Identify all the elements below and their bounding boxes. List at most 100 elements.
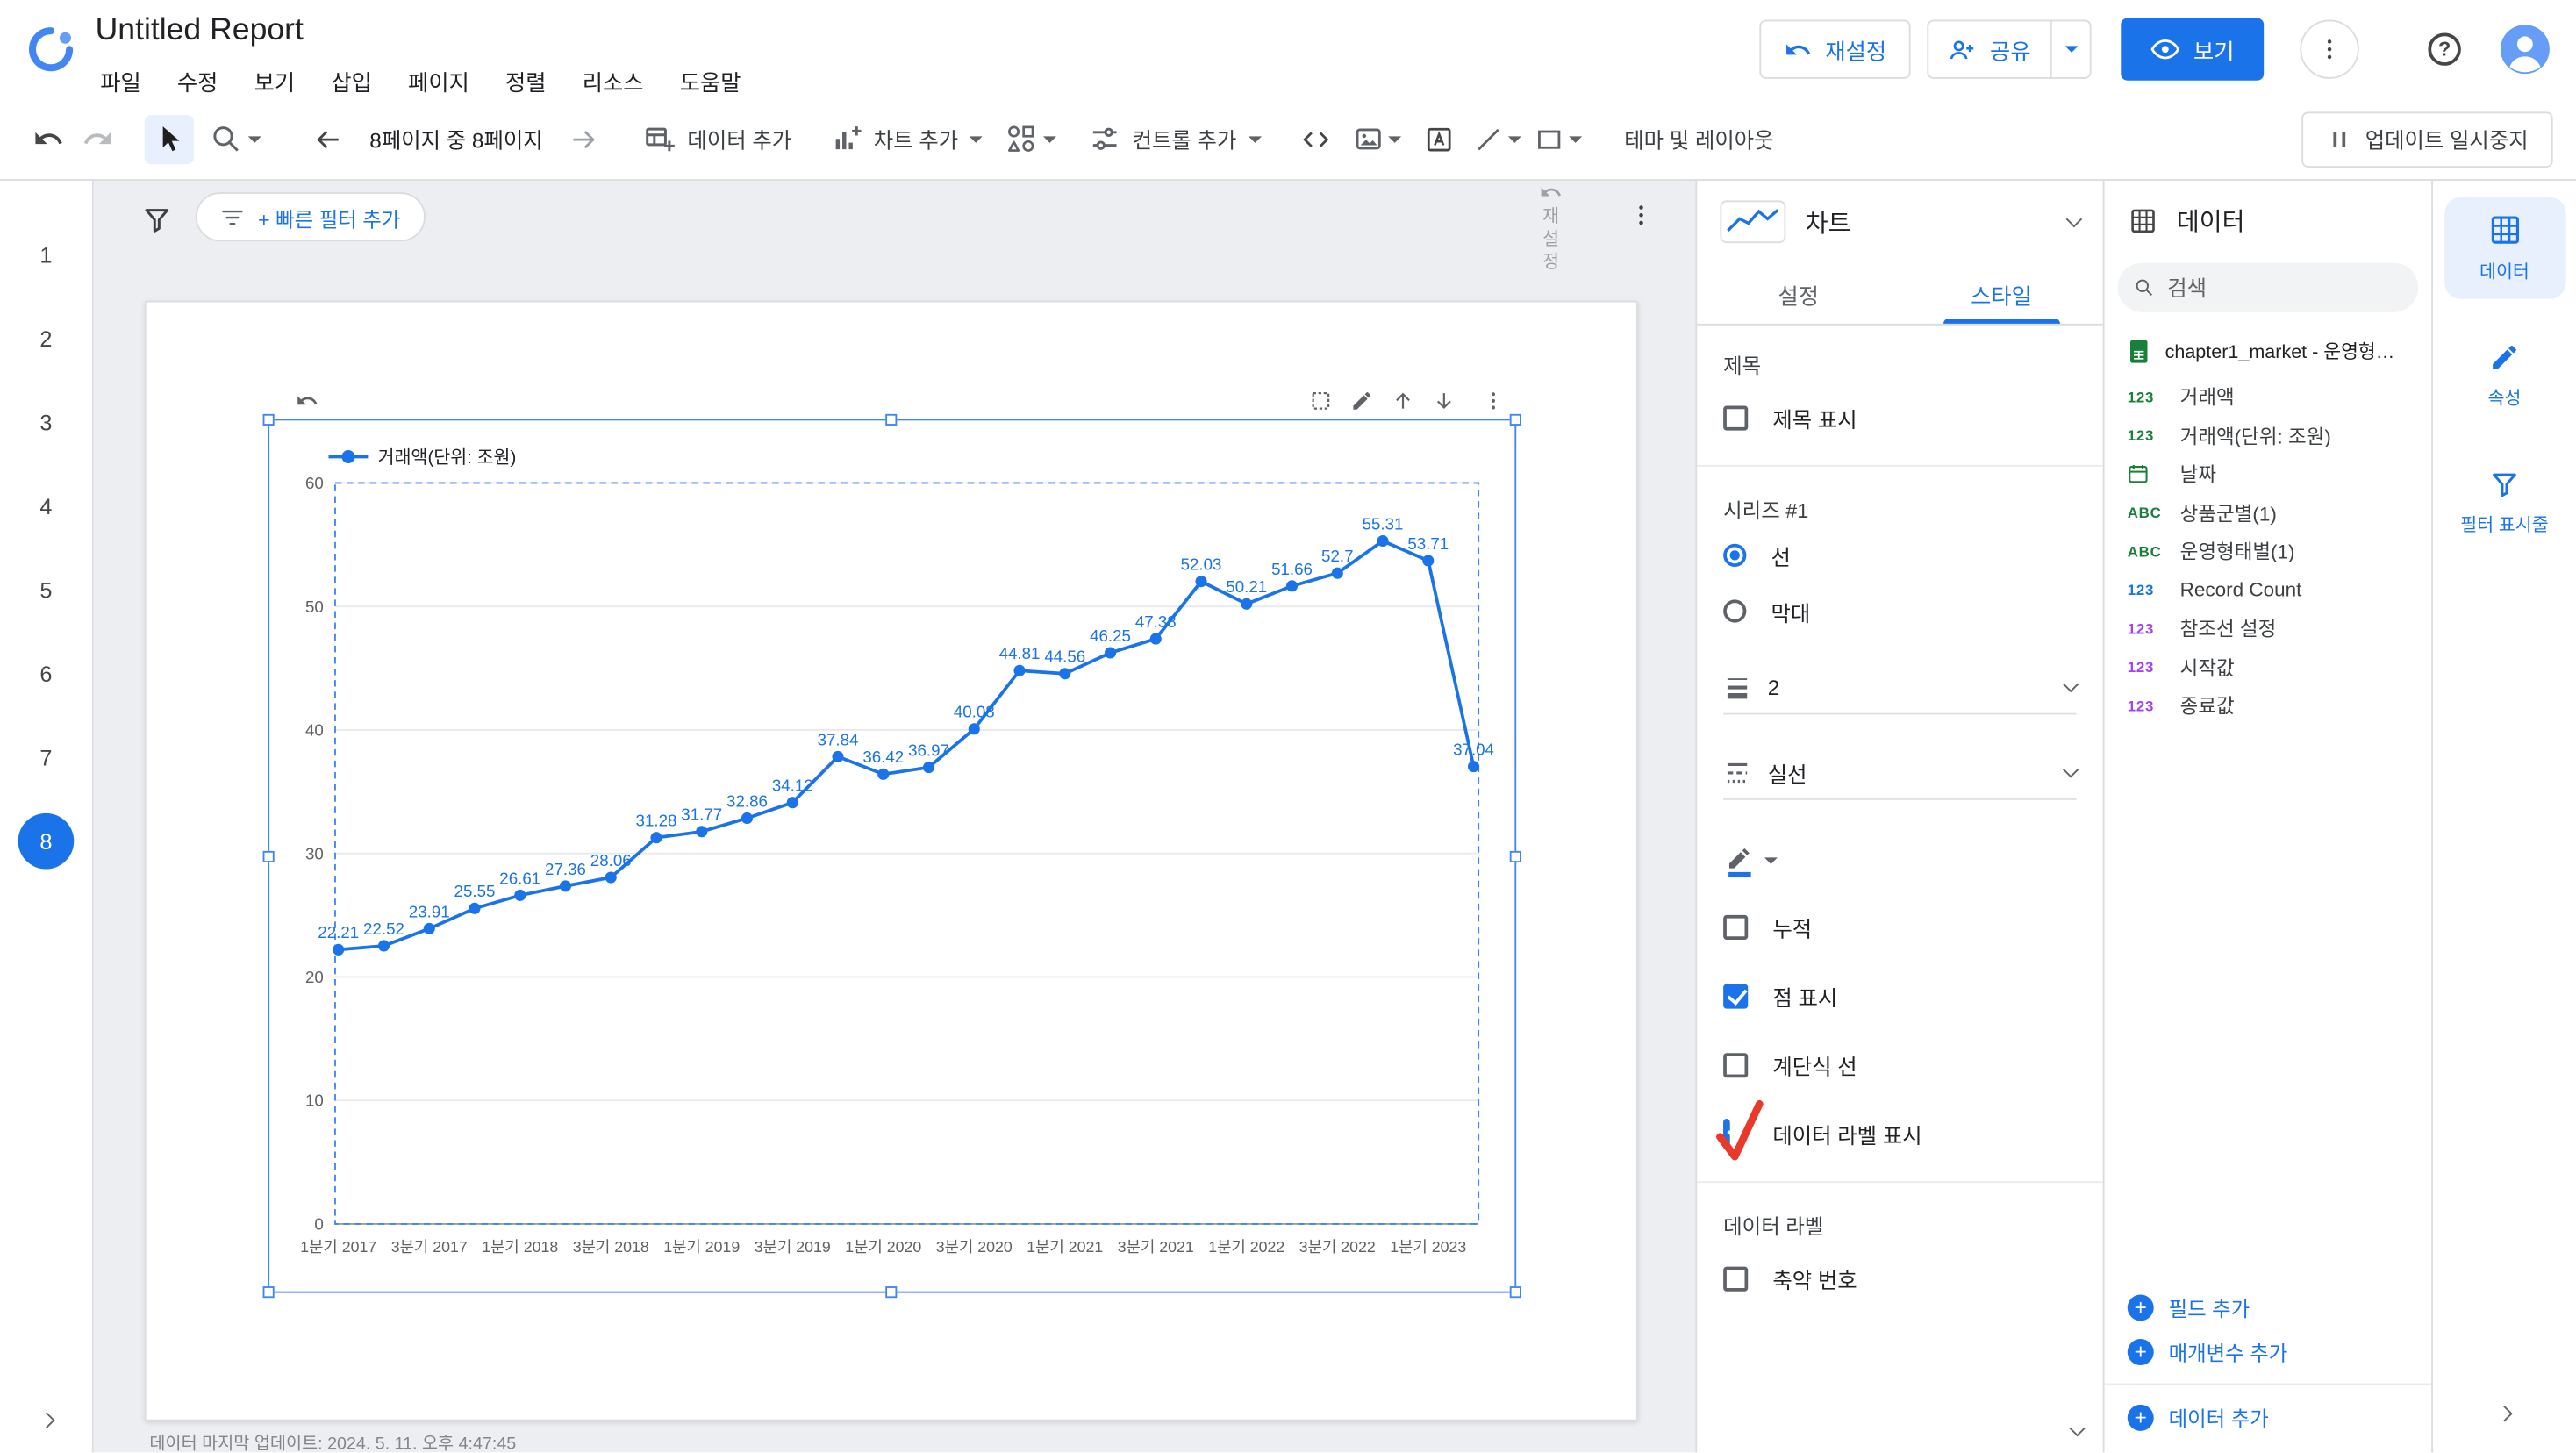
add-parameter-button[interactable]: + 매개변수 추가 bbox=[2105, 1329, 2432, 1374]
page-3[interactable]: 3 bbox=[18, 394, 75, 450]
help-button[interactable]: ? bbox=[2428, 32, 2461, 66]
select-tool-button[interactable] bbox=[144, 114, 194, 164]
zoom-tool[interactable] bbox=[211, 123, 261, 154]
shape-tool-button[interactable] bbox=[1534, 124, 1582, 154]
share-dropdown[interactable] bbox=[2050, 21, 2090, 78]
avatar[interactable] bbox=[2500, 25, 2550, 75]
chevron-down-icon[interactable] bbox=[2065, 211, 2083, 228]
menu-resource[interactable]: 리소스 bbox=[564, 59, 662, 102]
community-viz-button[interactable] bbox=[1005, 123, 1057, 154]
cumulative-row[interactable]: 누적 bbox=[1723, 892, 2077, 962]
data-source-row[interactable]: chapter1_market - 운영형태별 bbox=[2105, 339, 2432, 365]
page-8-active[interactable]: 8 bbox=[18, 812, 75, 870]
chart-type-header[interactable]: 차트 bbox=[1697, 181, 2102, 263]
line-radio[interactable] bbox=[1723, 543, 1747, 567]
pause-updates-button[interactable]: 업데이트 일시중지 bbox=[2301, 111, 2553, 168]
line-weight-select[interactable]: 2 bbox=[1723, 662, 2079, 715]
stepped-line-row[interactable]: 계단식 선 bbox=[1723, 1030, 2077, 1099]
rail-data-tab[interactable]: 데이터 bbox=[2444, 197, 2565, 299]
menu-edit[interactable]: 수정 bbox=[159, 59, 236, 102]
add-data-source-button[interactable]: + 데이터 추가 bbox=[2105, 1395, 2432, 1440]
panel-scroll-chevron[interactable] bbox=[2069, 1413, 2086, 1442]
page-7[interactable]: 7 bbox=[18, 729, 75, 785]
chart-kebab-icon[interactable] bbox=[1482, 390, 1505, 412]
menu-help[interactable]: 도움말 bbox=[662, 59, 759, 102]
selection-handle[interactable] bbox=[262, 1286, 275, 1299]
redo-button[interactable] bbox=[72, 114, 121, 163]
compact-numbers-checkbox[interactable] bbox=[1723, 1265, 1749, 1291]
show-data-labels-checkbox[interactable] bbox=[1723, 1118, 1730, 1149]
tab-setup[interactable]: 설정 bbox=[1697, 263, 1900, 324]
page-6[interactable]: 6 bbox=[18, 646, 75, 702]
add-chart-button[interactable]: 차트 추가 bbox=[831, 123, 984, 154]
report-canvas[interactable]: + 빠른 필터 추가 재 설 정 0 10 20 30 40 50 60 1분기… bbox=[93, 180, 1696, 1453]
looker-studio-logo[interactable] bbox=[26, 25, 75, 74]
report-title[interactable]: Untitled Report bbox=[96, 13, 304, 49]
line-chart-element[interactable]: 0 10 20 30 40 50 60 1분기 2017 3분기 2017 1분기 2018 3분기… bbox=[262, 420, 1521, 1299]
share-button[interactable]: 공유 bbox=[1927, 19, 2092, 79]
page-1[interactable]: 1 bbox=[18, 226, 75, 283]
rail-properties-tab[interactable]: 속성 bbox=[2444, 326, 2565, 426]
add-data-button[interactable]: 데이터 추가 bbox=[645, 123, 791, 154]
expand-page-rail-button[interactable] bbox=[0, 1412, 94, 1428]
show-title-row[interactable]: 제목 표시 bbox=[1723, 383, 2077, 452]
embed-button[interactable] bbox=[1291, 114, 1340, 163]
field-row[interactable]: ABC 운영형태별(1) bbox=[2105, 533, 2432, 571]
bar-radio[interactable] bbox=[1723, 599, 1747, 623]
add-control-button[interactable]: 컨트롤 추가 bbox=[1090, 123, 1262, 154]
field-row[interactable]: 123 거래액(단위: 조원) bbox=[2105, 417, 2432, 455]
quick-filter-button[interactable]: + 빠른 필터 추가 bbox=[195, 192, 426, 242]
selection-handle[interactable] bbox=[262, 850, 275, 863]
undo-button[interactable] bbox=[23, 114, 72, 163]
menu-file[interactable]: 파일 bbox=[82, 59, 160, 102]
stepped-line-checkbox[interactable] bbox=[1723, 1052, 1749, 1077]
text-box-button[interactable] bbox=[1414, 114, 1463, 163]
series-line-option[interactable]: 선 bbox=[1723, 527, 2077, 583]
canvas-more-options[interactable] bbox=[1628, 202, 1655, 228]
show-data-labels-row[interactable]: 데이터 라벨 표시 bbox=[1716, 1099, 2077, 1169]
more-options-button[interactable] bbox=[2300, 19, 2359, 79]
tab-style[interactable]: 스타일 bbox=[1900, 263, 2102, 324]
report-page[interactable]: 0 10 20 30 40 50 60 1분기 2017 3분기 2017 1분기 2018 3분기… bbox=[144, 300, 1638, 1421]
series-bar-option[interactable]: 막대 bbox=[1723, 583, 2077, 640]
show-title-checkbox[interactable] bbox=[1723, 404, 1749, 430]
field-search[interactable] bbox=[2117, 262, 2419, 312]
page-4[interactable]: 4 bbox=[18, 478, 75, 534]
search-input[interactable] bbox=[2167, 275, 2402, 300]
page-indicator[interactable]: 8페이지 중 8페이지 bbox=[369, 123, 542, 154]
field-row[interactable]: ABC 상품군별(1) bbox=[2105, 494, 2432, 533]
page-2[interactable]: 2 bbox=[18, 311, 75, 367]
menu-page[interactable]: 페이지 bbox=[390, 59, 487, 102]
move-up-icon[interactable] bbox=[1392, 390, 1414, 412]
edit-pencil-icon[interactable] bbox=[1350, 390, 1373, 412]
show-points-row[interactable]: 점 표시 bbox=[1723, 961, 2077, 1030]
show-points-checkbox[interactable] bbox=[1723, 983, 1749, 1008]
selection-handle[interactable] bbox=[262, 413, 275, 426]
selection-handle[interactable] bbox=[1509, 413, 1521, 426]
add-field-button[interactable]: + 필드 추가 bbox=[2105, 1285, 2432, 1329]
menu-insert[interactable]: 삽입 bbox=[313, 59, 390, 102]
line-color-picker[interactable] bbox=[1723, 833, 2077, 889]
field-row[interactable]: 123 종료값 bbox=[2105, 687, 2432, 726]
line-tool-button[interactable] bbox=[1473, 124, 1521, 154]
rail-filter-bar-tab[interactable]: 필터 표시줄 bbox=[2444, 452, 2565, 552]
move-down-icon[interactable] bbox=[1433, 390, 1456, 412]
marquee-select-icon[interactable] bbox=[1309, 390, 1332, 412]
selection-handle[interactable] bbox=[885, 1286, 898, 1299]
field-row[interactable]: 123 거래액 bbox=[2105, 378, 2432, 417]
reset-button[interactable]: 재설정 bbox=[1759, 19, 1912, 79]
chart-reset-icon[interactable] bbox=[296, 390, 318, 412]
filter-icon[interactable] bbox=[141, 204, 173, 235]
prev-page-button[interactable] bbox=[304, 114, 353, 163]
line-chart[interactable]: 0 10 20 30 40 50 60 1분기 2017 3분기 2017 1분기 2018 3분기… bbox=[269, 420, 1514, 1291]
collapse-rail-button[interactable] bbox=[2433, 1405, 2576, 1422]
cumulative-checkbox[interactable] bbox=[1723, 913, 1749, 940]
selection-handle[interactable] bbox=[1509, 1286, 1521, 1299]
theme-layout-button[interactable]: 테마 및 레이아웃 bbox=[1624, 123, 1773, 154]
menu-view[interactable]: 보기 bbox=[236, 59, 313, 102]
next-page-button[interactable] bbox=[559, 114, 608, 163]
field-row[interactable]: 123 Record Count bbox=[2105, 571, 2432, 610]
page-5[interactable]: 5 bbox=[18, 562, 75, 618]
selection-handle[interactable] bbox=[1509, 850, 1521, 863]
selection-handle[interactable] bbox=[885, 413, 898, 426]
